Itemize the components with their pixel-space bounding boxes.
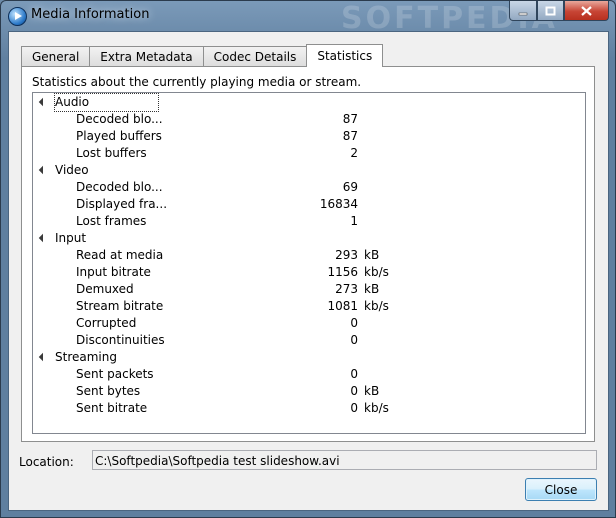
- statistics-panel: Statistics about the currently playing m…: [21, 66, 595, 442]
- stat-value: 0: [350, 384, 358, 398]
- tree-group-streaming[interactable]: Streaming: [33, 349, 585, 366]
- stat-label: Read at media: [76, 248, 164, 262]
- tree-item[interactable]: Played buffers 87: [33, 128, 585, 145]
- tree-item[interactable]: Read at media 293 kB: [33, 247, 585, 264]
- tree-group-video[interactable]: Video: [33, 162, 585, 179]
- tree-item[interactable]: Sent packets 0: [33, 366, 585, 383]
- stat-unit: kB: [364, 248, 380, 262]
- stat-value: 69: [342, 180, 358, 194]
- expand-arrow-icon[interactable]: [38, 233, 48, 243]
- window-controls: [509, 1, 609, 21]
- stat-value: 87: [342, 112, 358, 126]
- stat-value: 293: [335, 248, 358, 262]
- stat-label: Played buffers: [76, 129, 162, 143]
- maximize-icon: [545, 6, 556, 15]
- vlc-play-icon: [8, 7, 27, 26]
- minimize-button[interactable]: [509, 1, 537, 21]
- stat-value: 87: [342, 129, 358, 143]
- stat-value: 0: [350, 333, 358, 347]
- location-label: Location:: [19, 455, 74, 469]
- title-bar[interactable]: Media Information SOFTPEDIA: [1, 1, 615, 36]
- stat-label: Input bitrate: [76, 265, 151, 279]
- stat-unit: kb/s: [364, 401, 389, 415]
- stat-value: 1: [350, 214, 358, 228]
- tree-item[interactable]: Sent bitrate 0 kb/s: [33, 400, 585, 417]
- stat-label: Sent bytes: [76, 384, 141, 398]
- expand-arrow-icon[interactable]: [38, 165, 48, 175]
- stat-label: Displayed fra...: [76, 197, 168, 211]
- tree-item[interactable]: Displayed fra... 16834: [33, 196, 585, 213]
- window-title: Media Information: [31, 7, 150, 22]
- stat-value: 16834: [319, 197, 358, 211]
- stat-value: 1156: [327, 265, 358, 279]
- minimize-icon: [518, 12, 528, 15]
- tree-item[interactable]: Stream bitrate 1081 kb/s: [33, 298, 585, 315]
- tree-item[interactable]: Corrupted 0: [33, 315, 585, 332]
- maximize-button[interactable]: [537, 1, 564, 21]
- stat-label: Decoded blo...: [76, 180, 163, 194]
- stat-value: 0: [350, 316, 358, 330]
- statistics-description: Statistics about the currently playing m…: [32, 75, 362, 89]
- stat-label: Discontinuities: [76, 333, 165, 347]
- stat-value: 273: [335, 282, 358, 296]
- stat-label: Sent packets: [76, 367, 154, 381]
- stat-unit: kB: [364, 282, 380, 296]
- stat-value: 2: [350, 146, 358, 160]
- tab-extra-metadata[interactable]: Extra Metadata: [89, 46, 203, 67]
- tree-item[interactable]: Decoded blo... 69: [33, 179, 585, 196]
- tree-item[interactable]: Lost buffers 2: [33, 145, 585, 162]
- expand-arrow-icon[interactable]: [38, 97, 48, 107]
- stat-unit: kB: [364, 384, 380, 398]
- stat-label: Lost buffers: [76, 146, 147, 160]
- stat-value: 1081: [327, 299, 358, 313]
- media-information-window: Media Information SOFTPEDIA General Extra…: [0, 0, 616, 518]
- stat-label: Stream bitrate: [76, 299, 164, 313]
- stat-label: Demuxed: [76, 282, 134, 296]
- stat-label: Lost frames: [76, 214, 147, 228]
- close-icon: [581, 5, 592, 16]
- tree-group-label: Input: [55, 231, 87, 245]
- stat-unit: kb/s: [364, 265, 389, 279]
- tree-item[interactable]: Decoded blo... 87: [33, 111, 585, 128]
- statistics-tree[interactable]: Audio Decoded blo... 87 Played buffers 87 Los…: [32, 92, 586, 434]
- tree-group-input[interactable]: Input: [33, 230, 585, 247]
- tree-group-audio[interactable]: Audio: [33, 93, 585, 112]
- tab-general[interactable]: General: [21, 46, 90, 67]
- expand-arrow-icon[interactable]: [38, 352, 48, 362]
- tree-item[interactable]: Lost frames 1: [33, 213, 585, 230]
- stat-label: Corrupted: [76, 316, 137, 330]
- stat-value: 0: [350, 367, 358, 381]
- tab-codec-details[interactable]: Codec Details: [202, 46, 307, 67]
- close-button[interactable]: Close: [525, 478, 597, 501]
- tab-statistics[interactable]: Statistics: [306, 44, 384, 67]
- tab-bar: General Extra Metadata Codec Details Statis…: [21, 44, 384, 67]
- stat-unit: kb/s: [364, 299, 389, 313]
- dialog-body: General Extra Metadata Codec Details Statis…: [8, 31, 609, 511]
- stat-label: Decoded blo...: [76, 112, 163, 126]
- tree-group-label: Video: [55, 163, 89, 177]
- stat-value: 0: [350, 401, 358, 415]
- close-window-button[interactable]: [564, 1, 609, 21]
- location-field[interactable]: C:\Softpedia\Softpedia test slideshow.av…: [92, 450, 597, 470]
- tree-item[interactable]: Sent bytes 0 kB: [33, 383, 585, 400]
- tree-item[interactable]: Discontinuities 0: [33, 332, 585, 349]
- tree-group-label: Audio: [54, 93, 159, 112]
- tree-item[interactable]: Input bitrate 1156 kb/s: [33, 264, 585, 281]
- tree-group-label: Streaming: [55, 350, 117, 364]
- stat-label: Sent bitrate: [76, 401, 148, 415]
- tree-item[interactable]: Demuxed 273 kB: [33, 281, 585, 298]
